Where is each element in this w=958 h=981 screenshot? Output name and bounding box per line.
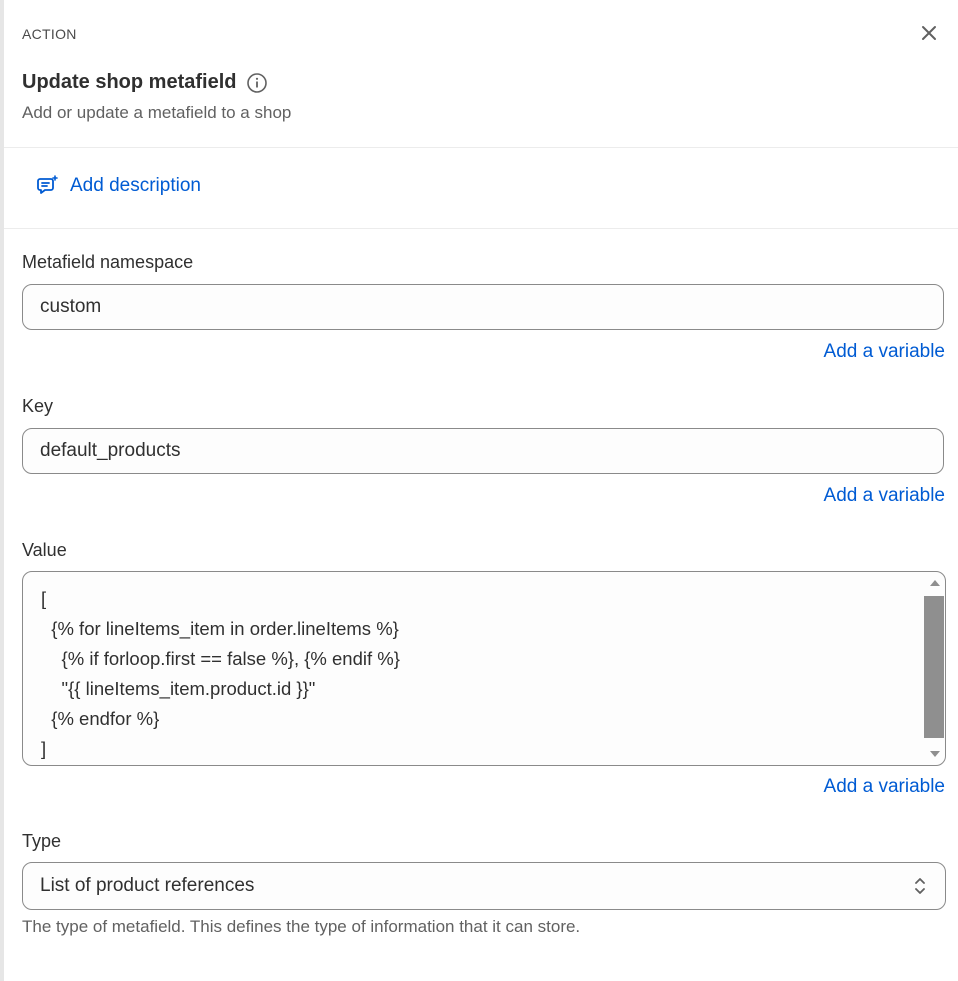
type-help-text: The type of metafield. This defines the … [22,917,581,936]
scroll-down-arrow-icon[interactable] [930,751,940,757]
page-subtitle: Add or update a metafield to a shop [22,103,292,122]
value-label: Value [22,540,67,560]
scroll-up-arrow-icon[interactable] [930,580,940,586]
value-code: [ {% for lineItems_item in order.lineIte… [41,588,400,759]
panel-header: ACTION Update shop metafield Add or upda… [22,0,958,148]
add-description-button[interactable]: Add description [36,174,201,198]
namespace-label: Metafield namespace [22,252,194,272]
key-add-variable-link[interactable]: Add a variable [824,485,945,507]
value-textarea[interactable]: [ {% for lineItems_item in order.lineIte… [22,571,946,766]
type-select[interactable]: List of product references [22,862,946,910]
info-icon[interactable] [246,72,268,94]
comment-add-icon [37,175,58,194]
type-selected-value: List of product references [40,875,255,896]
close-icon[interactable] [918,22,940,44]
divider [4,147,958,148]
key-input[interactable]: default_products [22,428,944,474]
type-label: Type [22,831,62,851]
scrollbar-thumb[interactable] [924,596,944,738]
select-chevron-icon [915,878,925,894]
title-row: Update shop metafield [22,71,268,94]
page-title: Update shop metafield [22,71,237,93]
add-description-label: Add description [70,175,201,196]
action-eyebrow: ACTION [22,26,77,42]
value-scrollbar[interactable] [923,572,945,765]
namespace-add-variable-link[interactable]: Add a variable [824,341,945,363]
namespace-input[interactable]: custom [22,284,944,330]
divider [4,228,958,229]
value-add-variable-link[interactable]: Add a variable [824,776,945,798]
key-label: Key [22,396,54,416]
